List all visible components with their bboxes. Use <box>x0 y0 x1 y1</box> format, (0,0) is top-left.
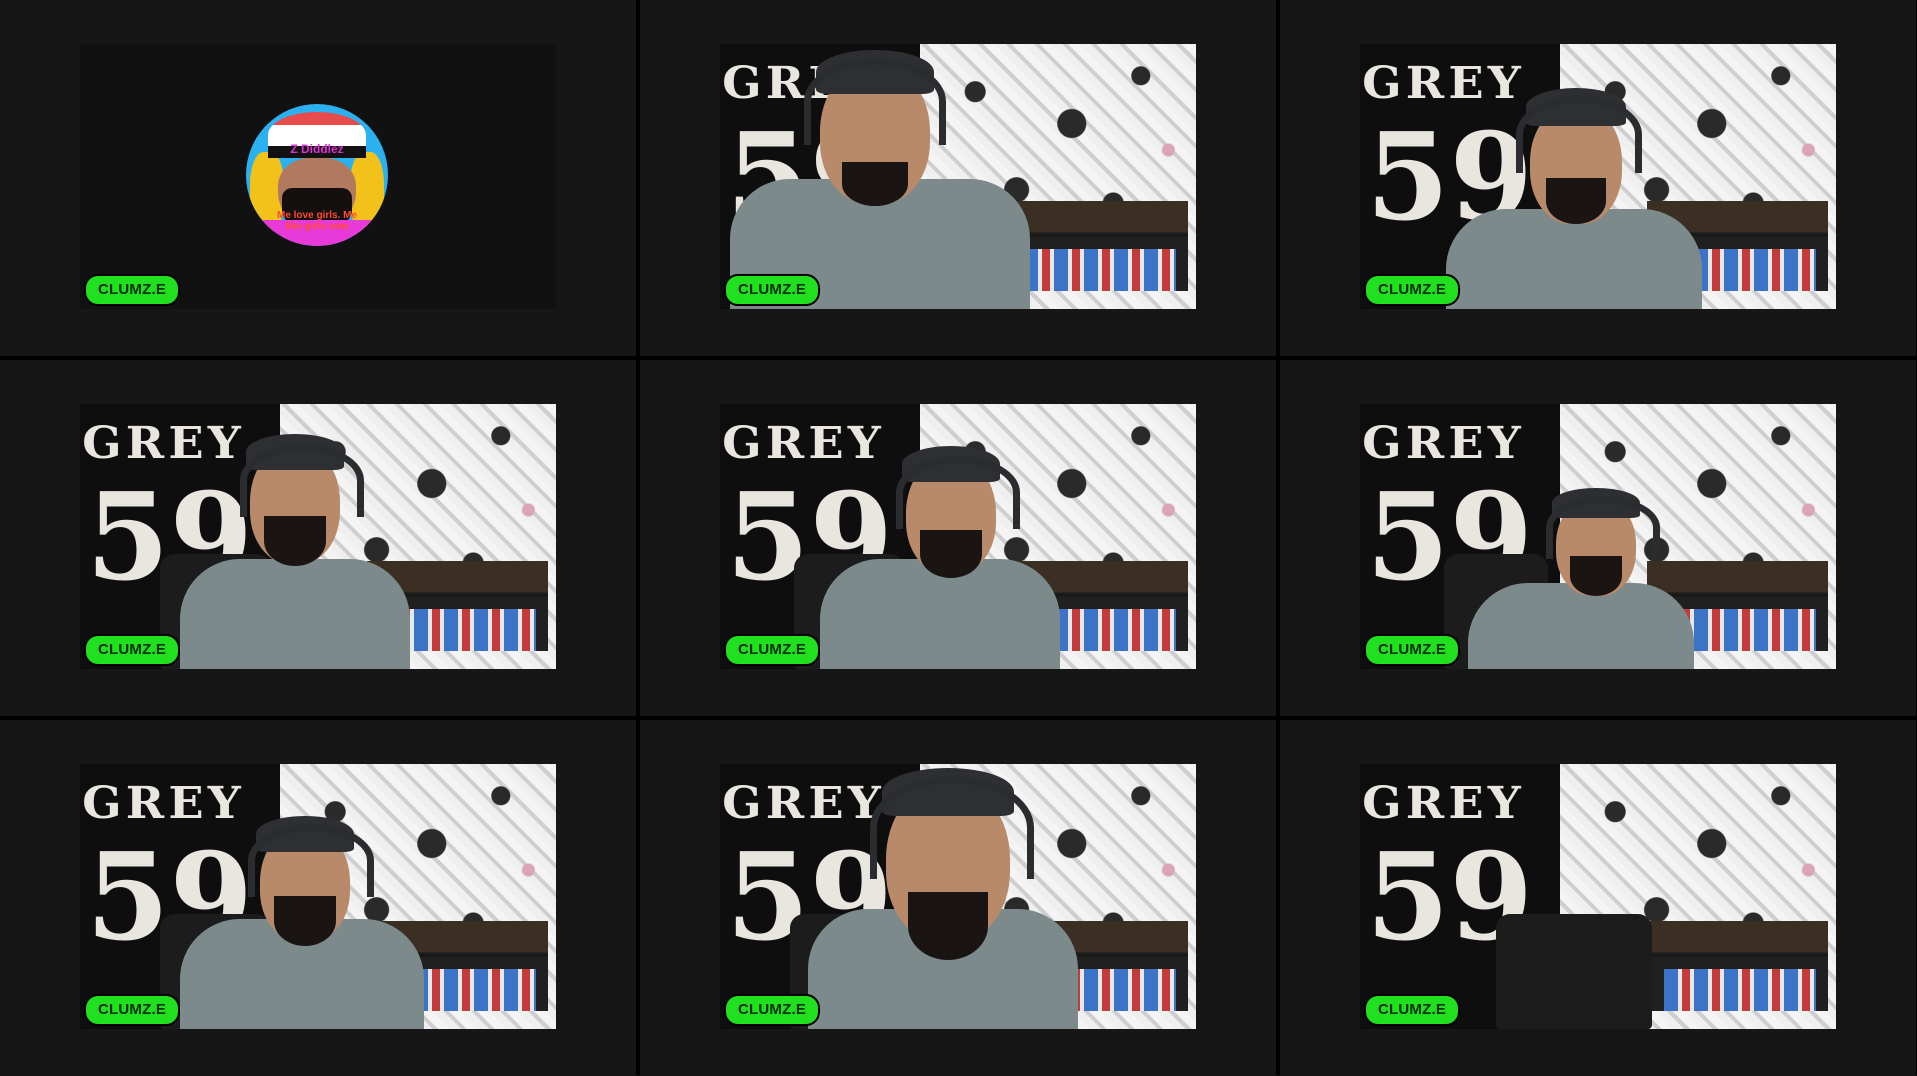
person-body <box>1446 209 1702 309</box>
cups <box>1663 968 1816 1011</box>
avatar-caption-line: Me love girls. Me <box>276 210 358 221</box>
participant-tile[interactable]: GREY 59 CLUMZ.E <box>1280 720 1916 1076</box>
banner-word: GREY <box>722 778 885 829</box>
video-frame: GREY 59 <box>80 764 556 1029</box>
banner-word: GREY <box>1362 418 1525 469</box>
participant-tile[interactable]: GREY 59 CLUMZ.E <box>640 720 1276 1076</box>
participant-name-tag: CLUMZ.E <box>84 994 181 1026</box>
headphones-icon <box>248 824 374 897</box>
person-beard <box>842 162 908 206</box>
participant-name-tag: CLUMZ.E <box>84 634 181 666</box>
cups <box>1023 248 1176 291</box>
participant-tile[interactable]: GREY 59 CLUMZ.E <box>640 0 1276 356</box>
headphones-icon <box>896 456 1020 529</box>
headphones-icon <box>804 58 946 145</box>
headphones-icon <box>240 444 364 517</box>
avatar: Z Diddlez Me love girls. Me like girls n… <box>246 104 388 246</box>
participant-name-tag: CLUMZ.E <box>724 994 821 1026</box>
participant-tile[interactable]: GREY 59 CLUMZ.E <box>0 720 636 1076</box>
banner-word: GREY <box>82 778 245 829</box>
banner-word: GREY <box>722 418 885 469</box>
banner-word: GREY <box>1362 58 1525 109</box>
headphones-icon <box>1546 496 1660 559</box>
empty-chair <box>1496 914 1652 1029</box>
person-beard <box>920 530 982 578</box>
participant-name-tag: CLUMZ.E <box>1364 274 1461 306</box>
person-body <box>1468 583 1694 669</box>
avatar-caption-line: like girls now <box>285 221 349 232</box>
person-body <box>180 559 410 669</box>
participant-name-tag: CLUMZ.E <box>724 274 821 306</box>
participant-tile[interactable]: GREY 59 CLUMZ.E <box>1280 0 1916 356</box>
participant-name-tag: CLUMZ.E <box>84 274 181 306</box>
video-frame: GREY 59 <box>720 404 1196 669</box>
avatar-label: Z Diddlez <box>290 142 344 156</box>
participant-tile[interactable]: GREY 59 CLUMZ.E <box>0 360 636 716</box>
participant-tile[interactable]: Z Diddlez Me love girls. Me like girls n… <box>0 0 636 356</box>
video-grid: Z Diddlez Me love girls. Me like girls n… <box>0 0 1917 1076</box>
video-frame: GREY 59 <box>720 44 1196 309</box>
person-beard <box>1546 178 1606 224</box>
person-beard <box>1570 556 1622 596</box>
person-beard <box>264 516 326 566</box>
video-frame: GREY 59 <box>720 764 1196 1029</box>
participant-name-tag: CLUMZ.E <box>1364 634 1461 666</box>
video-frame: GREY 59 <box>1360 44 1836 309</box>
video-frame: GREY 59 <box>1360 764 1836 1029</box>
participant-name-tag: CLUMZ.E <box>724 634 821 666</box>
person-beard <box>908 892 988 960</box>
person-beard <box>274 896 336 946</box>
participant-tile[interactable]: GREY 59 CLUMZ.E <box>640 360 1276 716</box>
headphones-icon <box>1516 96 1642 173</box>
banner-word: GREY <box>82 418 245 469</box>
headphones-icon <box>870 776 1034 879</box>
video-frame: GREY 59 <box>1360 404 1836 669</box>
banner-word: GREY <box>1362 778 1525 829</box>
participant-tile[interactable]: GREY 59 CLUMZ.E <box>1280 360 1916 716</box>
video-frame: GREY 59 <box>80 404 556 669</box>
avatar-caption: Me love girls. Me like girls now <box>252 210 382 232</box>
participant-name-tag: CLUMZ.E <box>1364 994 1461 1026</box>
